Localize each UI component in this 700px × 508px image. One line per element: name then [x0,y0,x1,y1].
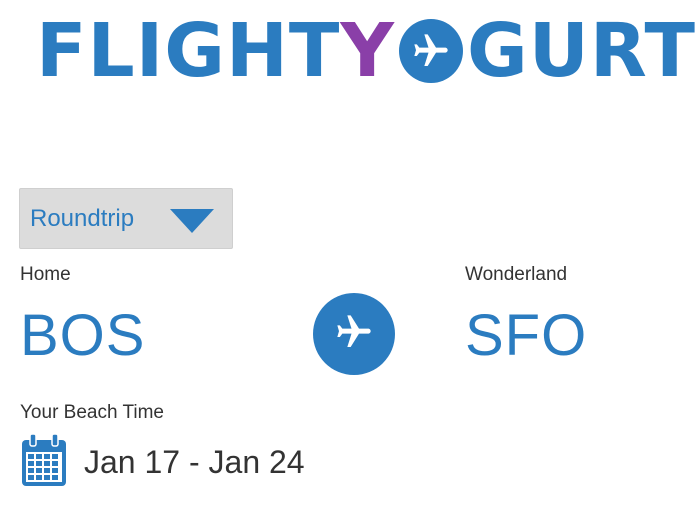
destination-label: Wonderland [465,264,568,285]
origin-label: Home [20,264,71,285]
date-range-picker[interactable]: Jan 17 - Jan 24 [20,432,305,493]
app-logo: FLIGHT Y GURT [36,14,696,88]
dates-label: Your Beach Time [20,402,164,423]
airplane-icon [334,312,374,357]
swap-airports-button[interactable] [313,293,395,375]
logo-text-y: Y [340,8,395,94]
destination-airport-code[interactable]: SFO [465,302,587,369]
logo-text-gurt: GURT [466,8,696,94]
date-range-value: Jan 17 - Jan 24 [84,444,305,480]
logo-text-flight: FLIGHT [36,8,341,94]
triangle-down-icon [170,209,214,238]
calendar-icon [20,432,68,493]
app-screen: FLIGHT Y GURT Roundtrip Home BOS Wonderlan… [0,0,700,508]
trip-type-label: Roundtrip [30,204,135,232]
trip-type-dropdown[interactable]: Roundtrip [19,188,233,249]
logo-airplane-icon [398,19,463,83]
origin-airport-code[interactable]: BOS [20,302,146,369]
